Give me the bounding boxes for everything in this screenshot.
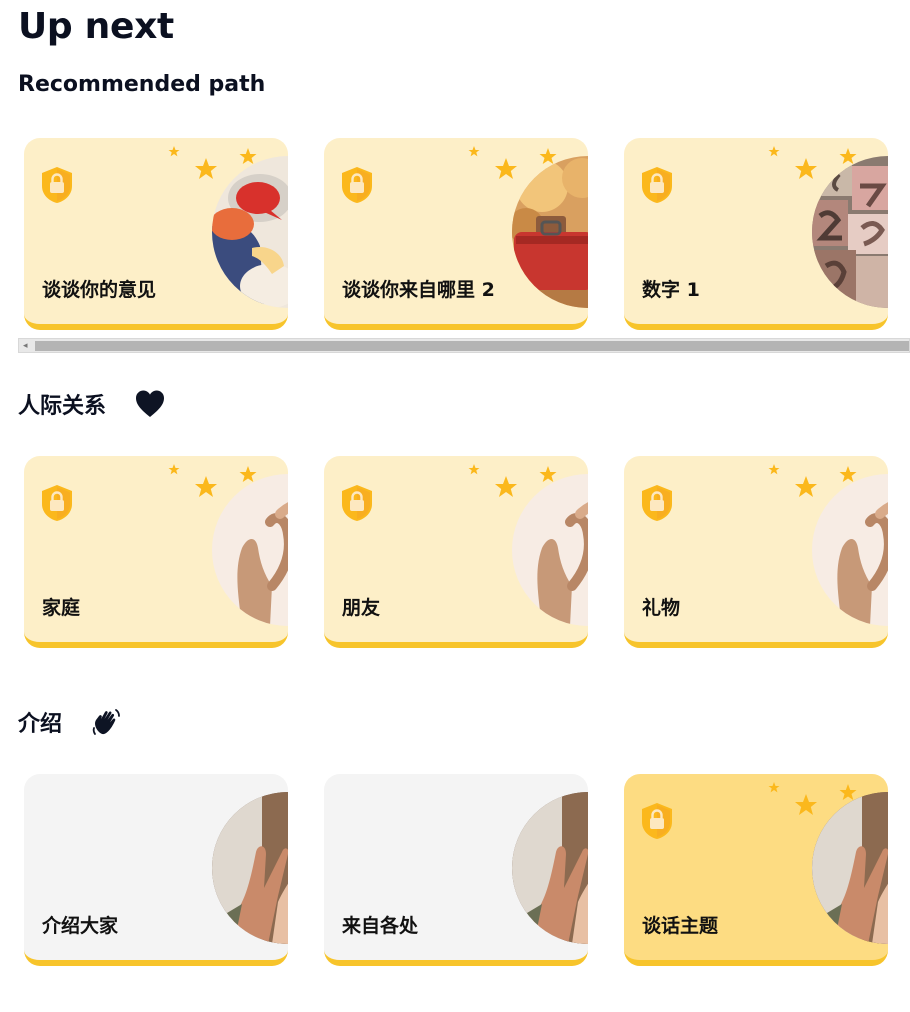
scrollbar-thumb[interactable] <box>35 341 909 351</box>
black-heart-icon <box>136 390 165 417</box>
lesson-card[interactable]: 谈谈你来自哪里 2 <box>324 138 588 330</box>
lesson-card[interactable]: 谈谈你的意见 <box>24 138 288 330</box>
lesson-title: 谈话主题 <box>642 915 719 937</box>
lock-icon <box>642 167 672 203</box>
lesson-title: 家庭 <box>42 597 81 619</box>
page-title: Up next <box>18 6 174 47</box>
section-title: Recommended path <box>18 72 266 97</box>
card-row-recommended[interactable]: 谈谈你的意见 谈谈你来自哪里 2 数字 1 <box>24 138 910 332</box>
high-five-photo <box>512 792 588 944</box>
section-heading-relationships: 人际关系 <box>18 388 166 420</box>
lesson-title: 谈谈你的意见 <box>42 279 157 301</box>
lesson-card[interactable]: 家庭 <box>24 456 288 648</box>
lesson-title: 礼物 <box>642 597 681 619</box>
lock-icon <box>42 167 72 203</box>
lesson-title: 谈谈你来自哪里 2 <box>342 279 495 301</box>
card-row-relationships[interactable]: 家庭 朋友 礼物 <box>24 456 910 650</box>
lock-icon <box>42 485 72 521</box>
lesson-card[interactable]: 数字 1 <box>624 138 888 330</box>
horizontal-scrollbar[interactable]: ◂ <box>18 338 910 353</box>
scroll-left-arrow-icon[interactable]: ◂ <box>23 341 28 351</box>
section-title: 人际关系 <box>18 394 107 419</box>
lock-icon <box>342 485 372 521</box>
lesson-card[interactable]: 礼物 <box>624 456 888 648</box>
lesson-card[interactable]: 谈话主题 <box>624 774 888 966</box>
section-heading-recommended: Recommended path <box>18 72 265 97</box>
lesson-card[interactable]: 介绍大家 <box>24 774 288 966</box>
lesson-title: 介绍大家 <box>42 915 119 937</box>
lesson-card[interactable]: 朋友 <box>324 456 588 648</box>
lesson-title: 数字 1 <box>642 279 700 301</box>
lock-icon <box>642 485 672 521</box>
lesson-card[interactable]: 来自各处 <box>324 774 588 966</box>
section-title: 介绍 <box>18 712 63 737</box>
lesson-title: 朋友 <box>342 597 381 619</box>
high-five-photo <box>212 792 288 944</box>
lesson-title: 来自各处 <box>342 915 419 937</box>
card-row-introductions[interactable]: 介绍大家 来自各处 谈话主题 <box>24 774 910 968</box>
lock-icon <box>642 803 672 839</box>
lock-icon <box>342 167 372 203</box>
waving-hand-icon <box>92 709 120 735</box>
section-heading-introductions: 介绍 <box>18 706 122 738</box>
